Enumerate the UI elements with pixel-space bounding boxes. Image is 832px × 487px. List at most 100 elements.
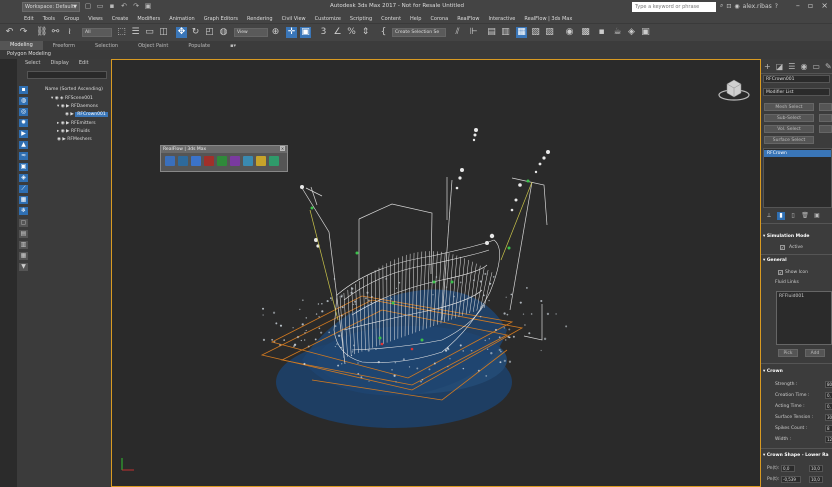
keyboard-shortcut-icon[interactable]: ▣ bbox=[300, 27, 311, 38]
display-lights-icon[interactable]: ✹ bbox=[19, 119, 28, 127]
rf-reset-icon[interactable] bbox=[256, 156, 266, 166]
modifier-list-select[interactable]: Modifier List bbox=[763, 88, 830, 96]
link-icon[interactable]: ⛓ bbox=[36, 27, 47, 38]
pn-field-1a[interactable]: 0,0 bbox=[781, 465, 795, 472]
extra-button[interactable] bbox=[819, 114, 832, 122]
mesh-select-button[interactable]: Mesh Select bbox=[764, 103, 814, 111]
selection-filter-select[interactable]: All bbox=[82, 28, 112, 37]
menu-graph-editors[interactable]: Graph Editors bbox=[204, 16, 238, 22]
pick-button[interactable]: Pick bbox=[778, 349, 798, 357]
rf-scene-icon[interactable] bbox=[165, 156, 175, 166]
add-button[interactable]: Add bbox=[805, 349, 825, 357]
pin-stack-icon[interactable]: ⟂ bbox=[765, 212, 773, 220]
display-cameras-icon[interactable]: ▶ bbox=[19, 130, 28, 138]
display-frozen-icon[interactable]: ❄ bbox=[19, 207, 28, 215]
fluid-links-list[interactable]: RFFluid001 bbox=[776, 291, 832, 345]
cart-icon[interactable]: ⊡ bbox=[726, 3, 731, 10]
tree-item[interactable]: ▸ ◉ ▶ RFEmitters bbox=[57, 121, 96, 126]
close-icon[interactable]: × bbox=[280, 146, 285, 151]
material-editor-icon[interactable]: ◉ bbox=[564, 27, 575, 38]
show-icon-checkbox[interactable]: ✓ bbox=[778, 270, 783, 275]
menu-interactive[interactable]: Interactive bbox=[488, 16, 515, 22]
tree-item[interactable]: ◉ ▶ RFMeshers bbox=[57, 137, 92, 142]
tab-populate[interactable]: Populate bbox=[178, 43, 220, 49]
minimize-icon[interactable]: – bbox=[796, 1, 800, 10]
rf-emitter-icon[interactable] bbox=[178, 156, 188, 166]
extra-button[interactable] bbox=[819, 103, 832, 111]
menu-scripting[interactable]: Scripting bbox=[350, 16, 372, 22]
render-iterative-icon[interactable]: ◈ bbox=[626, 27, 637, 38]
tree-item[interactable]: ▾ ◉ ◈ RFScene001 bbox=[51, 96, 93, 101]
place-icon[interactable]: ◍ bbox=[218, 27, 229, 38]
toggle-ribbon-icon[interactable]: ▥ bbox=[500, 27, 511, 38]
snap-3d-icon[interactable]: 3 bbox=[318, 27, 329, 38]
ref-coord-select[interactable]: View bbox=[234, 28, 268, 37]
show-end-result-icon[interactable]: ▮ bbox=[777, 211, 785, 220]
modify-tab-icon[interactable]: ◪ bbox=[776, 62, 784, 71]
search-input[interactable]: Type a keyword or phrase bbox=[632, 2, 716, 12]
creation-time-field[interactable]: 0, bbox=[825, 392, 832, 399]
create-tab-icon[interactable]: + bbox=[764, 62, 771, 71]
rf-simulate-icon[interactable] bbox=[243, 156, 253, 166]
sub-select-button[interactable]: Sub-Select bbox=[764, 114, 814, 122]
vol-select-button[interactable]: Vol. Select bbox=[764, 125, 814, 133]
menu-help[interactable]: Help bbox=[410, 16, 421, 22]
pn-field-2b[interactable]: 10,0 bbox=[809, 476, 823, 483]
configure-sets-icon[interactable]: ▣ bbox=[813, 212, 821, 220]
edit-named-sel-icon[interactable]: { bbox=[378, 27, 389, 38]
render-setup-icon[interactable]: ▩ bbox=[580, 27, 591, 38]
rf-daemon-icon[interactable] bbox=[204, 156, 214, 166]
project-folder-icon[interactable]: ▣ bbox=[144, 2, 152, 10]
pn-field-1b[interactable]: 10,0 bbox=[809, 465, 823, 472]
extra-button[interactable] bbox=[819, 125, 832, 133]
close-icon[interactable]: × bbox=[821, 1, 828, 10]
crown-rollout[interactable]: ▾ Crown bbox=[763, 369, 783, 374]
rotate-icon[interactable]: ↻ bbox=[190, 27, 201, 38]
rf-cache-icon[interactable] bbox=[269, 156, 279, 166]
menu-customize[interactable]: Customize bbox=[315, 16, 341, 22]
general-rollout[interactable]: ▾ General bbox=[763, 258, 787, 263]
move-icon[interactable]: ✥ bbox=[176, 27, 187, 38]
rf-fluid-icon[interactable] bbox=[191, 156, 201, 166]
window-crossing-icon[interactable]: ◫ bbox=[158, 27, 169, 38]
save-icon[interactable]: ▪ bbox=[108, 2, 116, 10]
pn-field-2a[interactable]: -0,539 bbox=[781, 476, 801, 483]
tree-item[interactable]: ▸ ◉ ▶ RFFluids bbox=[57, 129, 90, 134]
scene-search-input[interactable] bbox=[27, 71, 107, 79]
undo-icon[interactable]: ↶ bbox=[120, 2, 128, 10]
align-icon[interactable]: ⊩ bbox=[468, 27, 479, 38]
display-geometry-icon[interactable]: ◍ bbox=[19, 97, 28, 105]
active-checkbox[interactable]: ✓ bbox=[780, 245, 785, 250]
ribbon-options-icon[interactable]: ▪▾ bbox=[220, 43, 246, 49]
tab-modeling[interactable]: Modeling bbox=[0, 41, 43, 50]
undo-icon[interactable]: ↶ bbox=[4, 27, 15, 38]
crown-shape-rollout[interactable]: ▾ Crown Shape - Lower Ra bbox=[763, 453, 829, 458]
menu-civil-view[interactable]: Civil View bbox=[282, 16, 306, 22]
redo-icon[interactable]: ↷ bbox=[18, 27, 29, 38]
layer-explorer-icon[interactable]: ▤ bbox=[486, 27, 497, 38]
menu-views[interactable]: Views bbox=[88, 16, 102, 22]
modifier-stack[interactable]: RFCrown bbox=[763, 148, 832, 208]
scale-icon[interactable]: ◰ bbox=[204, 27, 215, 38]
hierarchy-tab-icon[interactable]: ☰ bbox=[788, 62, 795, 71]
display-all-icon[interactable]: ▪ bbox=[19, 86, 28, 94]
display-hidden-icon[interactable]: ▢ bbox=[19, 219, 28, 227]
rendered-frame-icon[interactable]: ▪ bbox=[596, 27, 607, 38]
bind-space-warp-icon[interactable]: ≀ bbox=[64, 27, 75, 38]
rf-crown-icon[interactable] bbox=[217, 156, 227, 166]
display-dependencies-icon[interactable]: ▦ bbox=[19, 252, 28, 260]
menu-modifiers[interactable]: Modifiers bbox=[137, 16, 160, 22]
help-icon[interactable]: ? bbox=[775, 3, 778, 10]
render-cloud-icon[interactable]: ▣ bbox=[640, 27, 651, 38]
stack-item-rfcrown[interactable]: RFCrown bbox=[764, 150, 831, 157]
menu-edit[interactable]: Edit bbox=[24, 16, 34, 22]
menu-animation[interactable]: Animation bbox=[169, 16, 195, 22]
curve-editor-icon[interactable]: ▧ bbox=[530, 27, 541, 38]
display-containers-icon[interactable]: ▦ bbox=[19, 196, 28, 204]
strength-field[interactable]: 80 bbox=[825, 381, 832, 388]
maximize-icon[interactable]: ▫ bbox=[808, 1, 813, 10]
fluid-link-item[interactable]: RFFluid001 bbox=[779, 294, 804, 299]
render-production-icon[interactable]: ☕ bbox=[612, 27, 623, 38]
viewport-perspective[interactable] bbox=[111, 59, 761, 487]
schematic-view-icon[interactable]: ▨ bbox=[544, 27, 555, 38]
